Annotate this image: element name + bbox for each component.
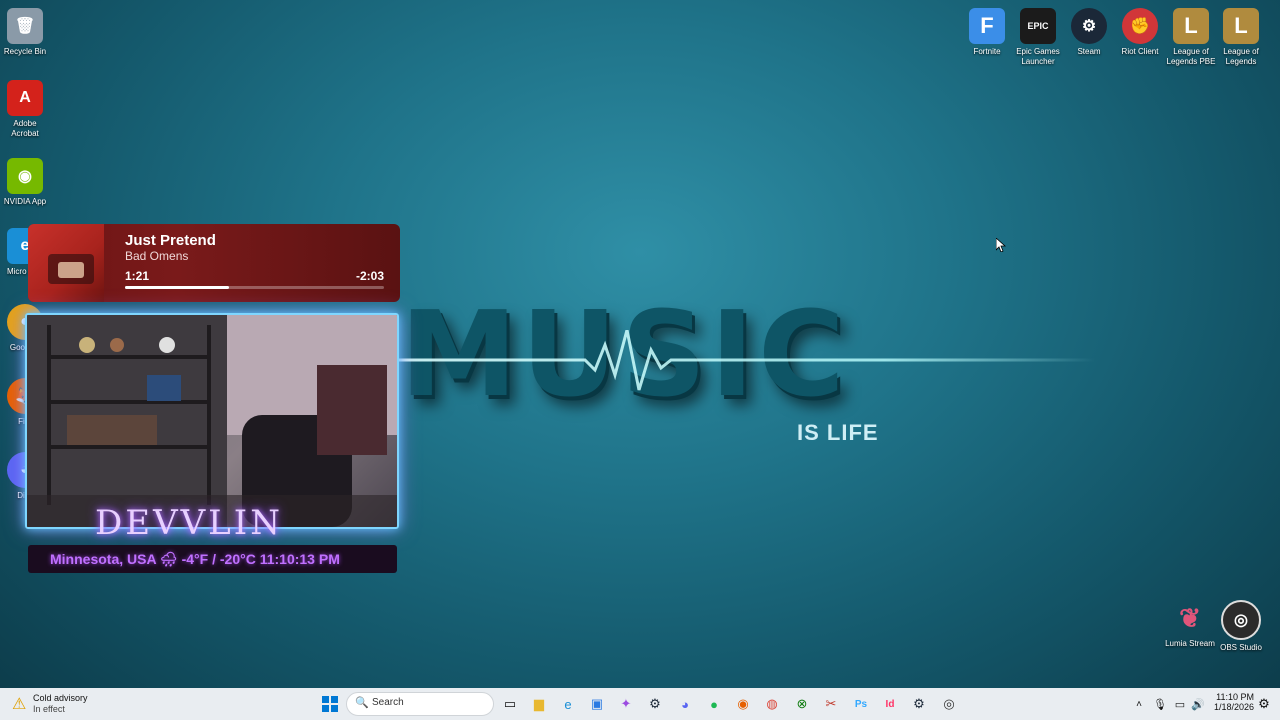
now-playing-widget: Just Pretend Bad Omens 1:21 -2:03 [28, 224, 400, 302]
epic-games-icon: EPIC [1020, 8, 1056, 44]
wallpaper-tagline: IS LIFE [797, 420, 879, 445]
discord-taskbar-icon[interactable]: ◕ [673, 692, 697, 716]
desktop-icon-obs[interactable]: ◎ OBS Studio [1216, 600, 1266, 653]
riot-icon: ✊ [1122, 8, 1158, 44]
recycle-bin-icon: 🗑 [7, 8, 43, 44]
desktop-icon-epic-games[interactable]: EPIC Epic Games Launcher [1013, 8, 1063, 67]
desktop-icon-adobe-acrobat[interactable]: A Adobe Acrobat [0, 80, 50, 139]
time-remaining: -2:03 [355, 269, 384, 283]
album-art [28, 224, 104, 302]
acrobat-icon: A [7, 80, 43, 116]
weather-title: Cold advisory [33, 693, 88, 703]
nvidia-icon: ◉ [7, 158, 43, 194]
settings-gear-icon[interactable]: ⚙ [1252, 692, 1276, 716]
search-placeholder: Search [372, 697, 404, 708]
start-button[interactable] [318, 692, 342, 716]
weather-subtitle: In effect [33, 704, 65, 714]
desktop-icon-steam[interactable]: ⚙ Steam [1064, 8, 1114, 57]
desktop-icon-lumia-stream[interactable]: ❦ Lumia Stream [1165, 600, 1215, 649]
steam-alt-taskbar-icon[interactable]: ⚙ [907, 692, 931, 716]
clock[interactable]: 11:10 PM 1/18/2026 [1208, 692, 1254, 712]
mouse-cursor-icon [996, 238, 1006, 252]
photoshop-icon[interactable]: Ps [849, 692, 873, 716]
edge-taskbar-icon[interactable]: e [556, 692, 580, 716]
copilot-icon[interactable]: ✦ [614, 692, 638, 716]
overlay-weather-text: Minnesota, USA 🌧 -4°F / -20°C 11:10:13 P… [50, 551, 340, 567]
fortnite-icon: F [969, 8, 1005, 44]
indesign-icon[interactable]: Id [878, 692, 902, 716]
song-title: Just Pretend [125, 232, 216, 249]
desktop-icon-nvidia-app[interactable]: ◉ NVIDIA App [0, 158, 50, 207]
webcam-feed [25, 313, 399, 529]
volume-icon[interactable]: 🔊 [1186, 692, 1210, 716]
overlay-weather-bar: Minnesota, USA 🌧 -4°F / -20°C 11:10:13 P… [28, 545, 397, 573]
file-explorer-icon[interactable]: ▆ [527, 692, 551, 716]
streamer-name: DEVVLIN [95, 503, 283, 543]
song-artist: Bad Omens [125, 249, 189, 263]
warning-icon: ⚠ [12, 696, 27, 713]
clock-date: 1/18/2026 [1213, 702, 1254, 712]
time-elapsed: 1:21 [125, 269, 150, 283]
task-view-icon[interactable]: ▭ [498, 692, 522, 716]
obs-taskbar-icon[interactable]: ◎ [937, 692, 961, 716]
spotify-icon[interactable]: ● [702, 692, 726, 716]
song-progress-fill [125, 286, 229, 289]
search-icon: 🔍 [355, 697, 369, 709]
desktop-icon-lol[interactable]: L League of Legends [1216, 8, 1266, 67]
snipping-tool-icon[interactable]: ✂ [819, 692, 843, 716]
lol-icon: L [1223, 8, 1259, 44]
chrome-taskbar-icon[interactable]: ◍ [760, 692, 784, 716]
desktop-icon-riot-client[interactable]: ✊ Riot Client [1115, 8, 1165, 57]
desktop-icon-lol-pbe[interactable]: L League of Legends PBE [1166, 8, 1216, 67]
firefox-taskbar-icon[interactable]: ◉ [731, 692, 755, 716]
steam-icon: ⚙ [1071, 8, 1107, 44]
desktop-icon-recycle-bin[interactable]: 🗑 Recycle Bin [0, 8, 50, 57]
obs-icon: ◎ [1221, 600, 1261, 640]
taskbar-search[interactable]: 🔍 Search [346, 692, 494, 716]
desktop-icon-fortnite[interactable]: F Fortnite [962, 8, 1012, 57]
taskbar: ⚠ Cold advisory In effect 🔍 Search ▭ ▆ e… [0, 688, 1280, 720]
windows-start-icon [322, 696, 338, 712]
xbox-icon[interactable]: ⊗ [790, 692, 814, 716]
lumia-icon: ❦ [1179, 602, 1201, 633]
clock-time: 11:10 PM [1216, 692, 1254, 702]
steam-taskbar-icon[interactable]: ⚙ [643, 692, 667, 716]
store-icon[interactable]: ▣ [585, 692, 609, 716]
song-progress-bar [125, 286, 384, 289]
weather-widget[interactable]: ⚠ Cold advisory In effect [10, 691, 120, 717]
lol-pbe-icon: L [1173, 8, 1209, 44]
wallpaper-pulse-line [395, 330, 1095, 391]
